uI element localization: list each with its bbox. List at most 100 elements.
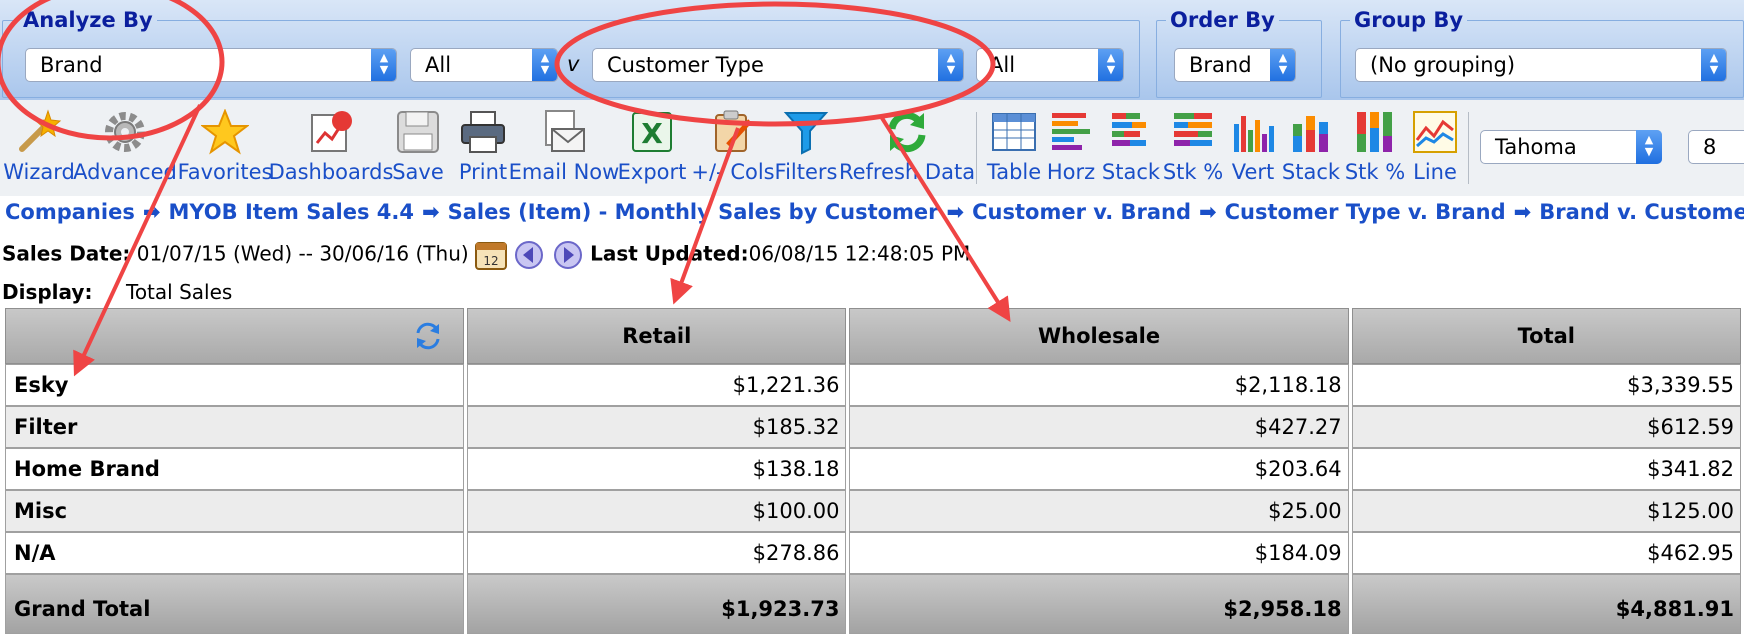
svg-text:X: X <box>641 117 663 150</box>
cell-value: $612.59 <box>1351 406 1741 448</box>
refresh-icon[interactable] <box>413 321 443 351</box>
excel-icon: X <box>632 112 672 152</box>
select-arrows-icon: ▲ ▼ <box>938 49 963 81</box>
font-size-input[interactable]: 8 <box>1688 130 1744 164</box>
sales-date-line: Sales Date: 01/07/15 (Wed) -- 30/06/16 (… <box>2 240 970 270</box>
arrow-right-icon: ➡ <box>142 200 161 224</box>
order-by-select[interactable]: Brand ▲ ▼ <box>1174 48 1296 82</box>
select-arrows-icon: ▲ ▼ <box>1701 49 1726 81</box>
cell-value: $1,221.36 <box>467 364 847 406</box>
vertical-bar-icon <box>1234 116 1274 152</box>
printer-icon <box>461 111 505 153</box>
cell-value: $100.00 <box>467 490 847 532</box>
view-vert-button[interactable]: Vert <box>1230 108 1276 184</box>
column-header-retail[interactable]: Retail <box>467 308 847 364</box>
save-button[interactable]: Save <box>388 108 448 184</box>
stacked-column-icon <box>1293 116 1328 152</box>
breadcrumb-link[interactable]: Companies <box>5 200 135 224</box>
cell-value: $185.32 <box>467 406 847 448</box>
last-updated-value: 06/08/15 12:48:05 PM <box>748 241 971 266</box>
display-value: Total Sales <box>126 280 233 304</box>
table-row: Filter $185.32 $427.27 $612.59 <box>5 406 1741 448</box>
table-row: Home Brand $138.18 $203.64 $341.82 <box>5 448 1741 490</box>
breadcrumb-link[interactable]: Customer v. Brand <box>972 200 1191 224</box>
cell-value: $278.86 <box>467 532 847 574</box>
breadcrumb-link[interactable]: Sales (Item) - Monthly Sales by Customer <box>448 200 939 224</box>
breadcrumb-link[interactable]: MYOB Item Sales 4.4 <box>168 200 414 224</box>
display-line: Display: Total Sales <box>2 280 232 304</box>
star-icon <box>201 109 249 155</box>
view-stack-column-button[interactable]: Stack <box>1282 108 1340 184</box>
breadcrumb: Companies ➡ MYOB Item Sales 4.4 ➡ Sales (Ite… <box>5 200 1744 224</box>
select-arrows-icon: ▲ ▼ <box>371 49 396 81</box>
row-label[interactable]: Home Brand <box>5 448 465 490</box>
grand-total-value: $1,923.73 <box>467 574 847 634</box>
refresh-icon <box>888 111 926 153</box>
view-stack-button[interactable]: Stack <box>1102 108 1160 184</box>
previous-icon[interactable] <box>513 240 545 270</box>
breadcrumb-link[interactable]: Customer Type v. Brand <box>1225 200 1506 224</box>
advanced-button[interactable]: Advanced <box>73 108 177 184</box>
email-now-button[interactable]: Email Now <box>509 108 619 184</box>
analyze-primary-value: Brand <box>40 53 103 77</box>
row-label[interactable]: Filter <box>5 406 465 448</box>
row-label[interactable]: Esky <box>5 364 465 406</box>
toolbar-divider <box>976 112 977 184</box>
last-updated-label: Last Updated: <box>590 241 749 266</box>
grand-total-row: Grand Total $1,923.73 $2,958.18 $4,881.9… <box>5 574 1741 634</box>
row-label[interactable]: Misc <box>5 490 465 532</box>
refresh-data-button[interactable]: Refresh Data <box>839 108 975 184</box>
view-stk-pct-button[interactable]: Stk % <box>1163 108 1223 184</box>
next-icon[interactable] <box>552 240 584 270</box>
arrow-right-icon: ➡ <box>1513 200 1532 224</box>
sales-table: Retail Wholesale Total Esky $1,221.36 $2… <box>2 308 1744 634</box>
view-table-button[interactable]: Table <box>987 108 1041 184</box>
versus-label: v <box>567 52 580 76</box>
cell-value: $341.82 <box>1351 448 1741 490</box>
table-row: Misc $100.00 $25.00 $125.00 <box>5 490 1741 532</box>
analyze-secondary-filter-value: All <box>989 53 1016 77</box>
font-size-value: 8 <box>1703 135 1717 159</box>
view-horz-button[interactable]: Horz <box>1047 108 1095 184</box>
breadcrumb-link[interactable]: Brand v. Customer Type <box>1539 200 1744 224</box>
row-label[interactable]: N/A <box>5 532 465 574</box>
analyze-primary-filter-value: All <box>425 53 452 77</box>
calendar-icon[interactable]: 12 <box>475 240 508 270</box>
analyze-primary-filter-select[interactable]: All ▲ ▼ <box>410 48 558 82</box>
select-arrows-icon: ▲ ▼ <box>1270 49 1295 81</box>
select-arrows-icon: ▲ ▼ <box>532 49 557 81</box>
wand-icon <box>19 109 62 152</box>
gear-icon <box>105 112 145 152</box>
toolbar-divider <box>1468 112 1469 184</box>
column-header-wholesale[interactable]: Wholesale <box>849 308 1349 364</box>
analyze-primary-select[interactable]: Brand ▲ ▼ <box>25 48 397 82</box>
grand-total-value: $4,881.91 <box>1351 574 1741 634</box>
favorites-button[interactable]: Favorites <box>178 108 272 184</box>
font-name-select[interactable]: Tahoma ▲ ▼ <box>1480 130 1662 164</box>
svg-text:12: 12 <box>483 254 498 268</box>
dashboards-button[interactable]: Dashboards <box>269 108 393 184</box>
view-line-button[interactable]: Line <box>1410 108 1460 184</box>
analyze-by-legend: Analyze By <box>23 8 153 32</box>
view-stk-pct-column-button[interactable]: Stk % <box>1345 108 1405 184</box>
analyze-secondary-filter-select[interactable]: All ▲ ▼ <box>976 48 1124 82</box>
analyze-secondary-select[interactable]: Customer Type ▲ ▼ <box>592 48 964 82</box>
select-arrows-icon: ▲ ▼ <box>1636 130 1662 164</box>
cell-value: $203.64 <box>849 448 1349 490</box>
wizard-button[interactable]: Wizard <box>3 108 75 184</box>
dashboard-icon <box>311 111 352 152</box>
cell-value: $25.00 <box>849 490 1349 532</box>
stacked-bar-icon <box>1112 113 1146 146</box>
cell-value: $2,118.18 <box>849 364 1349 406</box>
filters-button[interactable]: Filters <box>775 108 837 184</box>
clipboard-edit-icon <box>715 110 752 152</box>
horizontal-bar-icon <box>1052 113 1090 150</box>
column-header-total[interactable]: Total <box>1351 308 1741 364</box>
arrow-right-icon: ➡ <box>946 200 965 224</box>
group-by-select[interactable]: (No grouping) ▲ ▼ <box>1355 48 1727 82</box>
grand-total-value: $2,958.18 <box>849 574 1349 634</box>
print-button[interactable]: Print <box>452 108 514 184</box>
cols-button[interactable]: +/- Cols <box>691 108 775 184</box>
export-button[interactable]: X Export <box>618 108 686 184</box>
display-label: Display: <box>2 280 93 304</box>
